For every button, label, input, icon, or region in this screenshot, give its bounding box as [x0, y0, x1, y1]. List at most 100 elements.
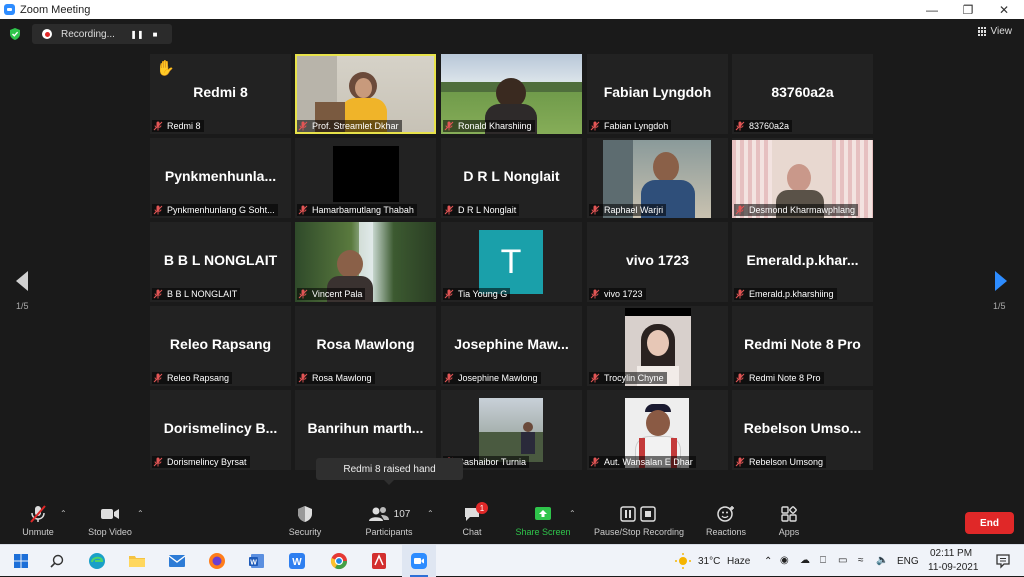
video-feed: [479, 398, 543, 462]
participant-tile[interactable]: Josephine Maw... Josephine Mawlong: [441, 306, 582, 386]
participant-tile[interactable]: Redmi 8 ✋ Redmi 8: [150, 54, 291, 134]
weather-icon[interactable]: [666, 545, 700, 577]
participant-display-name: D R L Nonglait: [463, 168, 560, 184]
battery-icon[interactable]: ▭: [838, 555, 847, 566]
wifi-icon[interactable]: ≈: [858, 555, 864, 566]
participant-name: D R L Nonglait: [458, 205, 517, 215]
pause-stop-recording-button[interactable]: Pause/Stop Recording: [588, 504, 690, 537]
participant-tile[interactable]: T Tia Young G: [441, 222, 582, 302]
clock-date[interactable]: 11-09-2021: [928, 562, 978, 573]
participants-label: Participants: [365, 527, 413, 537]
unmute-button[interactable]: Unmute: [18, 504, 58, 537]
reactions-button[interactable]: Reactions: [702, 504, 750, 537]
participant-name-label: Rosa Mawlong: [297, 372, 375, 384]
stop-video-button[interactable]: Stop Video: [84, 504, 136, 537]
meet-now-icon[interactable]: ◉: [780, 555, 789, 566]
taskbar-search-icon[interactable]: [40, 545, 74, 577]
notifications-icon[interactable]: [986, 545, 1020, 577]
participant-tile[interactable]: Pynkmenhunla... Pynkmenhunlang G Soht...: [150, 138, 291, 218]
show-hidden-icons-chevron-icon[interactable]: ⌃: [764, 556, 772, 567]
participant-name: Redmi 8: [167, 121, 201, 131]
pause-recording-icon[interactable]: ❚❚: [129, 26, 145, 42]
onedrive-icon[interactable]: ☁: [800, 555, 810, 566]
muted-mic-icon: [735, 121, 745, 131]
participant-tile[interactable]: Emerald.p.khar... Emerald.p.kharshiing: [732, 222, 873, 302]
participant-tile[interactable]: B B L NONGLAIT B B L NONGLAIT: [150, 222, 291, 302]
end-meeting-button[interactable]: End: [965, 512, 1014, 534]
participant-tile[interactable]: D R L Nonglait D R L Nonglait: [441, 138, 582, 218]
participant-tile[interactable]: Raphael Warjri: [587, 138, 728, 218]
apps-button[interactable]: Apps: [774, 504, 804, 537]
participant-tile[interactable]: Redmi Note 8 Pro Redmi Note 8 Pro: [732, 306, 873, 386]
participant-name: Releo Rapsang: [167, 373, 230, 383]
participant-display-name: Redmi Note 8 Pro: [744, 336, 861, 352]
participant-tile[interactable]: 83760a2a 83760a2a: [732, 54, 873, 134]
windows-start-icon[interactable]: [4, 545, 38, 577]
minimize-button[interactable]: —: [914, 0, 950, 19]
video-camera-icon: [99, 504, 121, 524]
participant-tile[interactable]: Rosa Mawlong Rosa Mawlong: [295, 306, 436, 386]
share-screen-button[interactable]: Share Screen: [512, 504, 574, 537]
mail-icon[interactable]: [160, 545, 194, 577]
word-icon[interactable]: W: [240, 545, 274, 577]
muted-mic-icon: [444, 373, 454, 383]
participant-tile[interactable]: Vincent Pala: [295, 222, 436, 302]
chat-button[interactable]: 1 Chat: [455, 502, 489, 537]
encryption-shield-icon[interactable]: [8, 27, 22, 41]
participant-display-name: Releo Rapsang: [169, 336, 272, 352]
participant-name: vivo 1723: [604, 289, 643, 299]
participant-tile[interactable]: Rebelson Umso... Rebelson Umsong: [732, 390, 873, 470]
audio-options-chevron-icon[interactable]: ⌃: [60, 509, 67, 518]
participants-button[interactable]: 107 Participants: [360, 504, 418, 537]
next-page-arrow-icon[interactable]: [990, 269, 1010, 293]
share-options-chevron-icon[interactable]: ⌃: [569, 509, 576, 518]
muted-mic-icon: [735, 457, 745, 467]
weather-temperature: 31°C: [698, 556, 721, 567]
participant-name-label: B B L NONGLAIT: [152, 288, 241, 300]
participant-tile[interactable]: vivo 1723 vivo 1723: [587, 222, 728, 302]
recording-indicator: Recording... ❚❚ ■: [32, 24, 172, 44]
participant-name-label: Raphael Warjri: [589, 204, 667, 216]
participant-tile[interactable]: Trocylin Chyne: [587, 306, 728, 386]
participant-name-label: Releo Rapsang: [152, 372, 233, 384]
usb-icon[interactable]: ⎕: [820, 555, 826, 566]
edge-browser-icon[interactable]: [80, 545, 114, 577]
clock-time[interactable]: 02:11 PM: [930, 548, 972, 559]
video-options-chevron-icon[interactable]: ⌃: [137, 509, 144, 518]
participant-name: Aut. Wansalan E Dhar: [604, 457, 693, 467]
participant-display-name: Dorismelincy B...: [163, 420, 278, 436]
participant-display-name: Emerald.p.khar...: [746, 252, 859, 268]
zoom-taskbar-icon[interactable]: [402, 545, 436, 577]
security-button[interactable]: Security: [285, 504, 325, 537]
participant-tile[interactable]: Aut. Wansalan E Dhar: [587, 390, 728, 470]
participant-name: Ronald Kharshiing: [458, 121, 532, 131]
participant-tile[interactable]: Hamarbamutlang Thabah: [295, 138, 436, 218]
participant-tile[interactable]: Desmond Kharmawphlang: [732, 138, 873, 218]
firefox-icon[interactable]: [200, 545, 234, 577]
muted-mic-icon: [590, 205, 600, 215]
participant-tile[interactable]: Dorismelincy B... Dorismelincy Byrsat: [150, 390, 291, 470]
speaker-icon[interactable]: 🔈: [876, 555, 888, 566]
chrome-icon[interactable]: [322, 545, 356, 577]
file-explorer-icon[interactable]: [120, 545, 154, 577]
view-button[interactable]: View: [977, 26, 1012, 37]
stop-recording-icon[interactable]: ■: [147, 26, 163, 42]
participant-name-label: Prof. Streamlet Dkhar: [297, 120, 402, 132]
participant-name: Hamarbamutlang Thabah: [312, 205, 414, 215]
participant-tile[interactable]: Releo Rapsang Releo Rapsang: [150, 306, 291, 386]
close-button[interactable]: ✕: [986, 0, 1022, 19]
input-language[interactable]: ENG: [897, 556, 919, 567]
wps-writer-icon[interactable]: W: [280, 545, 314, 577]
participant-display-name: Rebelson Umso...: [743, 420, 862, 436]
acrobat-reader-icon[interactable]: [362, 545, 396, 577]
participant-name-label: Vincent Pala: [297, 288, 366, 300]
participant-tile[interactable]: Fabian Lyngdoh Fabian Lyngdoh: [587, 54, 728, 134]
chat-bubble-icon: 1: [462, 502, 488, 524]
participants-options-chevron-icon[interactable]: ⌃: [427, 509, 434, 518]
previous-page-arrow-icon[interactable]: [13, 269, 33, 293]
share-screen-icon: [533, 504, 553, 524]
participant-tile[interactable]: Ronald Kharshiing: [441, 54, 582, 134]
participant-tile[interactable]: Prof. Streamlet Dkhar: [295, 54, 436, 134]
participant-name: Dorismelincy Byrsat: [167, 457, 247, 467]
restore-button[interactable]: ❐: [950, 0, 986, 19]
